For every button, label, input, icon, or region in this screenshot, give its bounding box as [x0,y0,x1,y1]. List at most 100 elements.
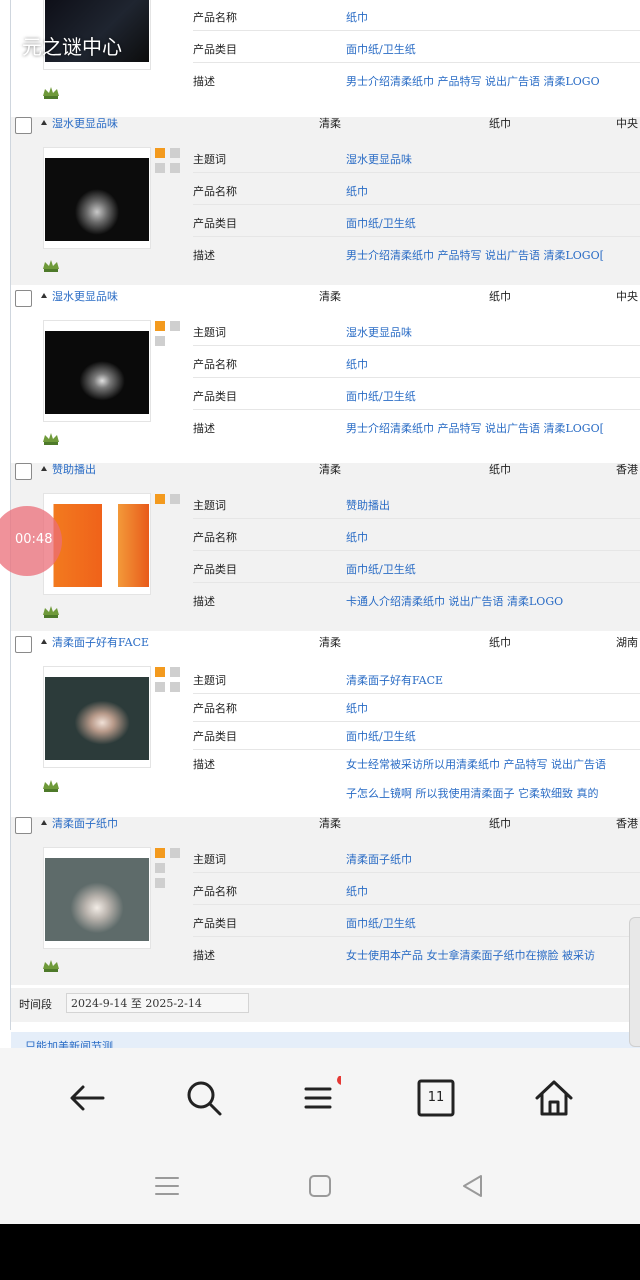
period-row: 时间段 2024-9-14 至 2025-2-14 [11,988,640,1022]
attr-value[interactable]: 面巾纸/卫生纸 [346,915,416,931]
attr-value[interactable]: 面巾纸/卫生纸 [346,728,416,744]
record-item: 清柔面子纸巾 清柔 纸巾 香港 主题词 清柔面子纸巾 产品名称 纸巾 产品类目 … [11,817,640,985]
thumbnail-image [45,858,149,941]
record-title[interactable]: 湿水更显品味 [41,288,118,304]
period-field[interactable]: 2024-9-14 至 2025-2-14 [66,993,249,1013]
attr-label: 产品类目 [193,563,237,576]
attr-value[interactable]: 纸巾 [346,9,368,25]
period-label: 时间段 [19,998,52,1011]
attr-value[interactable]: 面巾纸/卫生纸 [346,41,416,57]
home-icon[interactable] [532,1076,576,1120]
attr-value[interactable]: 女士经常被采访所以用清柔纸巾 产品特写 说出广告语 [346,756,606,772]
channel-cell: 中央 [616,117,638,130]
attr-value[interactable]: 赞助播出 [346,497,390,513]
record-title[interactable]: 湿水更显品味 [41,115,118,131]
attr-value[interactable]: 纸巾 [346,356,368,372]
record-item: 赞助播出 清柔 纸巾 香港 主题词 赞助播出 产品名称 纸巾 产品类目 面巾纸/… [11,463,640,631]
crown-icon[interactable] [42,779,60,793]
thumbnail-image [45,158,149,241]
attr-value[interactable]: 纸巾 [346,183,368,199]
attr-value[interactable]: 卡通人介绍清柔纸巾 说出广告语 清柔LOGO [346,593,563,609]
flag-icon [155,667,165,677]
attr-label: 产品类目 [193,217,237,230]
attr-value[interactable]: 子怎么上镜啊 所以我使用清柔面子 它柔软细致 真的 [346,785,599,801]
attr-value[interactable]: 面巾纸/卫生纸 [346,561,416,577]
flag-icon [170,163,180,173]
select-checkbox[interactable] [15,636,32,653]
attr-value[interactable]: 清柔面子纸巾 [346,851,412,867]
thumbnail[interactable] [43,147,151,249]
attr-row-name: 产品名称 纸巾 [193,176,640,205]
attr-value[interactable]: 纸巾 [346,529,368,545]
attr-row-desc: 描述 男士介绍清柔纸巾 产品特写 说出广告语 清柔LOGO[ [193,240,640,268]
record-title[interactable]: 清柔面子纸巾 [41,815,118,831]
channel-cell: 湖南 [616,636,638,649]
crown-icon[interactable] [42,605,60,619]
thumbnail[interactable] [43,847,151,949]
category-cell: 纸巾 [489,117,511,130]
attr-value[interactable]: 纸巾 [346,883,368,899]
attr-row-category: 产品类目 面巾纸/卫生纸 [193,721,640,750]
attr-value[interactable]: 男士介绍清柔纸巾 产品特写 说出广告语 清柔LOGO[ [346,247,604,263]
thumbnail[interactable] [43,666,151,768]
channel-cell: 中央 [616,290,638,303]
crown-icon[interactable] [42,259,60,273]
category-cell: 纸巾 [489,463,511,476]
bottom-black-bar [0,1224,640,1280]
recents-icon[interactable] [149,1168,185,1204]
attr-row-category: 产品类目 面巾纸/卫生纸 [193,381,640,410]
flag-icon [170,494,180,504]
thumbnail[interactable] [43,320,151,422]
select-checkbox[interactable] [15,117,32,134]
search-icon[interactable] [182,1076,226,1120]
attr-value[interactable]: 男士介绍清柔纸巾 产品特写 说出广告语 清柔LOGO [346,73,600,89]
scrollbar[interactable] [629,917,640,1047]
flag-icon [170,321,180,331]
home-square-icon[interactable] [302,1168,338,1204]
menu-icon[interactable] [297,1076,341,1120]
attr-row-keyword: 主题词 湿水更显品味 [193,144,640,173]
attr-row-category: 产品类目 面巾纸/卫生纸 [193,208,640,237]
flag-icon [155,863,165,873]
crown-icon[interactable] [42,432,60,446]
attr-value[interactable]: 面巾纸/卫生纸 [346,215,416,231]
channel-cell: 香港 [616,817,638,830]
tab-count: 11 [427,1090,445,1105]
thumbnail-image [45,677,149,760]
attr-value[interactable]: 纸巾 [346,700,368,716]
attr-row-category: 产品类目 面巾纸/卫生纸 [193,554,640,583]
attr-value[interactable]: 清柔面子好有FACE [346,672,443,688]
flag-icon [170,667,180,677]
flag-icon [170,148,180,158]
select-checkbox[interactable] [15,463,32,480]
next-record-title[interactable]: 只能加美新闻节测 [25,1038,113,1048]
attr-row-name: 产品名称 纸巾 [193,522,640,551]
attr-label: 产品名称 [193,531,237,544]
category-cell: 纸巾 [489,290,511,303]
record-title[interactable]: 赞助播出 [41,461,96,477]
crown-icon[interactable] [42,86,60,100]
next-record-bar: 只能加美新闻节测 [11,1032,640,1048]
attr-label: 产品类目 [193,730,237,743]
tabs-button[interactable]: 11 [414,1076,458,1120]
select-checkbox[interactable] [15,817,32,834]
attr-row-desc: 描述 卡通人介绍清柔纸巾 说出广告语 清柔LOGO [193,586,640,614]
attr-value[interactable]: 面巾纸/卫生纸 [346,388,416,404]
attr-label: 主题词 [193,853,226,866]
select-checkbox[interactable] [15,290,32,307]
attr-value[interactable]: 女士使用本产品 女士拿清柔面子纸巾在擦脸 被采访 [346,947,595,963]
back-triangle-icon[interactable] [455,1168,491,1204]
record-title[interactable]: 清柔面子好有FACE [41,634,149,650]
flag-icon [155,336,165,346]
attr-value[interactable]: 湿水更显品味 [346,324,412,340]
flag-icon [170,682,180,692]
attr-value[interactable]: 男士介绍清柔纸巾 产品特写 说出广告语 清柔LOGO[ [346,420,604,436]
brand-cell: 清柔 [319,290,341,303]
back-arrow-icon[interactable] [65,1076,109,1120]
flag-icon [155,494,165,504]
attr-label: 产品类目 [193,390,237,403]
attr-value[interactable]: 湿水更显品味 [346,151,412,167]
crown-icon[interactable] [42,959,60,973]
attr-label: 产品名称 [193,11,237,24]
attr-label: 描述 [193,75,215,88]
